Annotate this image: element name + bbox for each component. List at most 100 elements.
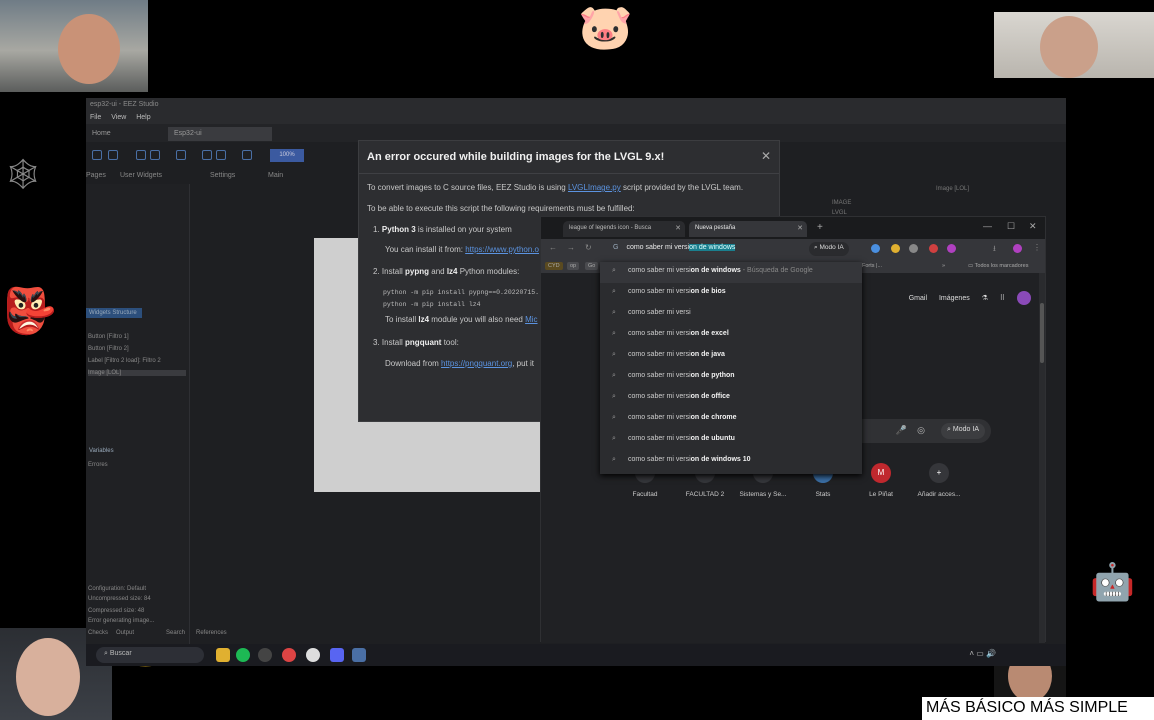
subtab-pages[interactable]: Pages (86, 172, 106, 179)
scrollbar[interactable] (1039, 273, 1045, 643)
subtab-settings[interactable]: Settings (210, 172, 235, 179)
lvglimage-link[interactable]: LVGLImage.py (568, 183, 621, 192)
suggestion-item[interactable]: ⌕ como saber mi version de windows - Búsq… (600, 262, 862, 283)
back-icon[interactable]: ← (549, 243, 557, 252)
tab-project[interactable]: Esp32-ui (168, 127, 272, 141)
suggestion-item[interactable]: ⌕ como saber mi version de python (600, 367, 862, 388)
python-link[interactable]: https://www.python.o (465, 245, 539, 254)
browser-tab[interactable]: league of legends icon - Busca ✕ (563, 221, 685, 237)
subtab-user-widgets[interactable]: User Widgets (120, 172, 162, 179)
close-window-icon[interactable]: ✕ (1029, 221, 1037, 232)
settings-icon[interactable] (242, 150, 252, 160)
new-tab-icon[interactable]: + (817, 222, 823, 233)
avatar[interactable] (1017, 291, 1031, 305)
menu-icon[interactable]: ⋮ (1033, 243, 1041, 252)
scroll-thumb[interactable] (1040, 303, 1044, 363)
suggestion-item[interactable]: ⌕ como saber mi version de ubuntu (600, 430, 862, 451)
output-tab-references[interactable]: References (196, 630, 227, 636)
close-icon[interactable]: ✕ (761, 149, 771, 163)
subtab-main[interactable]: Main (268, 172, 283, 179)
all-bookmarks[interactable]: ▭ Todos los marcadores (965, 262, 1031, 270)
close-tab-icon[interactable]: ✕ (675, 224, 681, 232)
code-line[interactable]: python -m pip install pypng==0.20220715. (383, 289, 539, 296)
menu-file[interactable]: File (90, 114, 101, 121)
tree-item[interactable]: Button [Filtro 1] (88, 334, 129, 340)
code-line[interactable]: python -m pip install lz4 (383, 301, 481, 308)
extension-icon[interactable] (929, 244, 938, 253)
redo-icon[interactable] (108, 150, 118, 160)
tree-item[interactable]: Button [Filtro 2] (88, 346, 129, 352)
paste-icon[interactable] (150, 150, 160, 160)
modo-ia-button[interactable]: ⌕ Modo IA (809, 242, 849, 256)
pngquant-link[interactable]: https://pngquant.org (441, 359, 512, 368)
copy-icon[interactable] (136, 150, 146, 160)
suggestion-item[interactable]: ⌕ como saber mi version de office (600, 388, 862, 409)
suggestion-item[interactable]: ⌕ como saber mi versi (600, 304, 862, 325)
gmail-link[interactable]: Gmail (909, 295, 927, 302)
suggestion-completion: on de windows 10 (690, 456, 751, 463)
download-icon[interactable]: ⭳ (993, 243, 996, 257)
variable-item[interactable]: Errores (88, 462, 108, 468)
labs-icon[interactable]: ⚗ (982, 295, 988, 302)
chrome-profile-icon[interactable] (306, 648, 320, 662)
spotify-icon[interactable] (236, 648, 250, 662)
output-tab-output[interactable]: Output (116, 630, 134, 636)
eez-studio-icon[interactable] (352, 648, 366, 662)
more-bookmarks-icon[interactable]: » (939, 262, 948, 270)
suggestion-item[interactable]: ⌕ como saber mi version de windows 10 (600, 451, 862, 472)
check-icon[interactable] (202, 150, 212, 160)
extension-icon[interactable] (947, 244, 956, 253)
tree-item-selected[interactable]: Image [LOL] (88, 370, 186, 376)
system-tray[interactable]: ˄ ▭ 🔊 (969, 649, 996, 658)
taskbar-search-label: Buscar (109, 650, 132, 657)
bookmark-item[interactable]: Go (585, 262, 599, 270)
obs-icon[interactable] (258, 648, 272, 662)
req-text: tool: (441, 338, 459, 347)
undo-icon[interactable] (92, 150, 102, 160)
extension-icon[interactable] (909, 244, 918, 253)
file-explorer-icon[interactable] (216, 648, 230, 662)
forward-icon[interactable]: → (567, 243, 575, 252)
profile-icon[interactable] (1013, 244, 1022, 253)
suggestion-item[interactable]: ⌕ como saber mi version de bios (600, 283, 862, 304)
tab-home[interactable]: Home (86, 127, 166, 141)
zoom-button[interactable]: 100% (270, 149, 304, 162)
search-icon: ⌕ (612, 456, 616, 463)
lens-icon[interactable]: ◎ (917, 425, 925, 436)
minimize-icon[interactable]: — (983, 221, 992, 231)
close-tab-icon[interactable]: ✕ (797, 224, 803, 232)
mic-icon[interactable]: 🎤 (896, 425, 907, 436)
search-icon: ⌕ (612, 330, 616, 337)
menu-help[interactable]: Help (136, 114, 150, 121)
discord-icon[interactable] (330, 648, 344, 662)
suggestion-item[interactable]: ⌕ como saber mi version de excel (600, 325, 862, 346)
bookmark-item[interactable]: CYD (545, 262, 563, 270)
output-tab-checks[interactable]: Checks (88, 630, 108, 636)
apps-grid-icon[interactable]: ⠿ (1000, 295, 1005, 302)
msvc-link[interactable]: Mic (525, 315, 537, 324)
modo-ia-pill-button[interactable]: ⌕ Modo IA (941, 423, 985, 439)
suggestion-item[interactable]: ⌕ como saber mi version de chrome (600, 409, 862, 430)
tree-item[interactable]: Label [Filtro 2 load]: Filtro 2 (88, 358, 161, 364)
add-shortcut-tile[interactable]: + Añadir acces... (909, 463, 969, 498)
build-icon[interactable] (216, 150, 226, 160)
bookmark-item[interactable]: Forts |... (859, 262, 885, 270)
taskbar-search[interactable]: ⌕ Buscar (96, 647, 204, 663)
maximize-icon[interactable]: ☐ (1007, 221, 1015, 232)
pig-king-sticker-icon: 🐷 (578, 3, 633, 52)
suggestion-prefix: como saber mi versi (628, 309, 691, 316)
output-panel: Configuration: Default Uncompressed size… (86, 582, 538, 646)
extension-icon[interactable] (891, 244, 900, 253)
output-tab-search[interactable]: Search (166, 630, 185, 636)
extension-icon[interactable] (871, 244, 880, 253)
suggestion-prefix: como saber mi versi (628, 267, 691, 274)
menu-view[interactable]: View (111, 114, 126, 121)
suggestion-item[interactable]: ⌕ como saber mi version de java (600, 346, 862, 367)
reload-icon[interactable]: ↻ (585, 243, 592, 252)
browser-tab-active[interactable]: Nueva pestaña ✕ (689, 221, 807, 237)
save-icon[interactable] (176, 150, 186, 160)
address-bar[interactable]: Gcomo saber mi version de windows (607, 242, 803, 256)
chrome-icon[interactable] (282, 648, 296, 662)
images-link[interactable]: Imágenes (939, 295, 970, 302)
bookmark-item[interactable]: op (567, 262, 580, 270)
